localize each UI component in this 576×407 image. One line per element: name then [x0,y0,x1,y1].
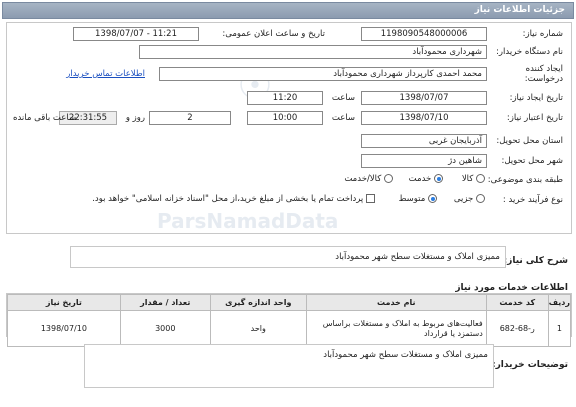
deadline-time-field: 10:00 [247,111,323,125]
buyer-notes-label: توضیحات خریدار: [492,360,568,370]
watermark-text: ParsNamadData [157,209,339,233]
radio-icon[interactable] [476,194,485,203]
radio-selected-icon[interactable] [428,194,437,203]
deadline-date-label: تاریخ اعتبار نیاز: [506,113,563,123]
create-time-field: 11:20 [247,91,323,105]
services-table-wrap: ردیف کد خدمت نام خدمت واحد اندازه گیری ت… [6,293,572,347]
radio-selected-icon[interactable] [434,174,443,183]
column-header: نام خدمت [305,294,487,311]
need-number-field: 1198090548000006 [361,27,487,41]
services-title: اطلاعات خدمات مورد نیاز [455,283,568,293]
buyer-contact-link[interactable]: اطلاعات تماس خریدار [66,69,145,79]
summary-field: ممیزی املاک و مستغلات سطح شهر محمودآباد [70,246,506,268]
buyer-notes-field: ممیزی املاک و مستغلات سطح شهر محمودآباد [84,344,494,388]
need-number-label: شماره نیاز: [522,29,563,39]
page-header: جزئیات اطلاعات نیاز [2,2,574,19]
column-header: کد خدمت [485,294,549,311]
table-header-row: ردیف کد خدمت نام خدمت واحد اندازه گیری ت… [7,294,572,311]
announce-datetime-label: تاریخ و ساعت اعلان عمومی: [222,29,325,39]
buyer-org-field: شهرداری محمودآباد [139,45,487,59]
column-header: تاریخ نیاز [7,294,121,311]
announce-datetime-field: 1398/07/07 - 11:21 [73,27,199,41]
days-left-field: 2 [149,111,231,125]
day-and-label: روز و [125,113,145,123]
table-cell: 3000 [119,310,211,347]
purchase-option-medium[interactable]: متوسط [399,194,437,204]
province-label: استان محل تحویل: [496,136,563,146]
category-option-goods[interactable]: کالا [462,174,485,184]
remaining-label: ساعت باقی مانده [13,113,77,123]
category-option-goods-service[interactable]: کالا/خدمت [344,174,393,184]
table-cell: واحد [209,310,307,347]
column-header: تعداد / مقدار [119,294,211,311]
column-header: ردیف [547,294,572,311]
buyer-notes-text: ممیزی املاک و مستغلات سطح شهر محمودآباد [323,350,488,360]
radio-icon[interactable] [384,174,393,183]
need-details-panel: ☉ شماره نیاز: 1198090548000006 تاریخ و س… [6,22,572,234]
city-field: شاهین دژ [361,154,487,168]
create-date-field: 1398/07/07 [361,91,487,105]
table-cell: فعالیت‌های مربوط به املاک و مستغلات براس… [305,310,487,347]
table-cell: ر-68-682 [485,310,549,347]
category-option-service[interactable]: خدمت [409,174,443,184]
creator-field: محمد احمدی کارپرداز شهرداری محمودآباد [159,67,487,81]
city-label: شهر محل تحویل: [501,156,563,166]
services-table: ردیف کد خدمت نام خدمت واحد اندازه گیری ت… [7,294,572,347]
page-title: جزئیات اطلاعات نیاز [474,5,565,15]
category-label: طبقه بندی موضوعی: [487,175,563,185]
summary-text: ممیزی املاک و مستغلات سطح شهر محمودآباد [335,252,500,262]
table-cell: 1398/07/10 [7,310,121,347]
table-cell: 1 [547,310,572,347]
create-time-label: ساعت [331,93,355,103]
deadline-date-field: 1398/07/10 [361,111,487,125]
province-field: آذربایجان غربی [361,134,487,148]
column-header: واحد اندازه گیری [209,294,307,311]
checkbox-icon[interactable] [366,194,375,203]
treasury-bonds-option[interactable]: پرداخت تمام یا بخشی از مبلغ خرید،از محل … [92,194,375,204]
purchase-option-minor[interactable]: جزیی [454,194,485,204]
deadline-time-label: ساعت [331,113,355,123]
table-row: 1 ر-68-682 فعالیت‌های مربوط به املاک و م… [7,310,572,347]
radio-icon[interactable] [476,174,485,183]
creator-label: ایجاد کننده درخواست: [524,64,563,84]
summary-label: شرح کلی نیاز: [503,256,568,266]
purchase-type-label: نوع فرآیند خرید : [502,195,563,205]
create-date-label: تاریخ ایجاد نیاز: [509,93,563,103]
buyer-org-label: نام دستگاه خریدار: [496,47,563,57]
